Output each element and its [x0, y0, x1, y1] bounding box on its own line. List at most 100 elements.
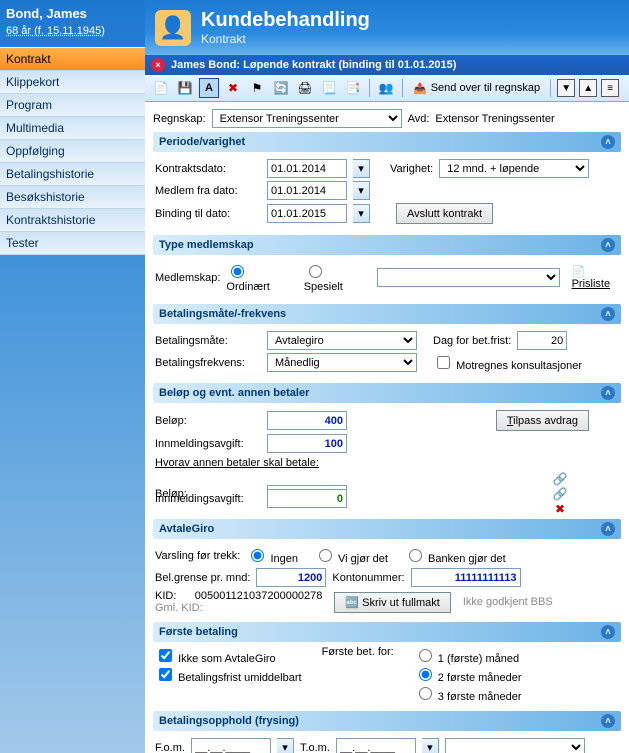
link-yellow-icon[interactable]: 🔗	[551, 487, 569, 501]
tilpass-avdrag-button[interactable]: TTilpass avdragilpass avdrag	[496, 410, 589, 431]
app-header: 👤 Kundebehandling Kontrakt	[145, 0, 629, 55]
nav-multimedia[interactable]: Multimedia	[0, 117, 145, 140]
forste-opt3-radio[interactable]: 3 første måneder	[414, 684, 522, 703]
nav-besokshistorie[interactable]: Besøkshistorie	[0, 186, 145, 209]
frekvens-label: Betalingsfrekvens:	[155, 357, 261, 369]
skriv-ut-fullmakt-button[interactable]: 🔤 Skriv ut fullmakt	[334, 592, 450, 613]
list-icon[interactable]: ≡	[601, 79, 619, 97]
kontraktsdato-dropdown-icon[interactable]: ▾	[353, 159, 370, 178]
close-icon[interactable]: ×	[151, 58, 165, 72]
nav-program[interactable]: Program	[0, 94, 145, 117]
send-to-accounting[interactable]: 📤 Send over til regnskap	[409, 80, 544, 97]
fom-input[interactable]	[191, 738, 271, 753]
forste-opt1-radio[interactable]: 1 (første) måned	[414, 646, 522, 665]
medlemskap-select[interactable]	[377, 268, 559, 287]
varsling-label: Varsling før trekk:	[155, 550, 240, 562]
nav-kontrakt[interactable]: Kontrakt	[0, 48, 145, 71]
section-opphold-header[interactable]: Betalingsopphold (frysing) ˄	[153, 711, 621, 731]
regnskap-select[interactable]: Extensor Treningssenter	[212, 109, 402, 128]
delete-icon[interactable]: ✖	[223, 78, 243, 98]
kid-label: KID:	[155, 590, 176, 602]
medlem-fra-dropdown-icon[interactable]: ▾	[353, 181, 370, 200]
regnskap-label: Regnskap:	[153, 113, 206, 125]
copy-icon[interactable]: 📑	[343, 78, 363, 98]
dag-label: Dag for bet.frist:	[433, 335, 511, 347]
patient-name: Bond, James	[6, 6, 139, 21]
varsling-ingen-radio[interactable]: Ingen	[246, 546, 298, 565]
remove-link-icon[interactable]: ✖	[551, 502, 569, 516]
belop-label: Beløp:	[155, 415, 261, 427]
belgrense-input[interactable]	[256, 568, 326, 587]
style-icon[interactable]: A	[199, 78, 219, 98]
section-periode-header[interactable]: Periode/varighet ˄	[153, 132, 621, 152]
fom-dropdown-icon[interactable]: ▾	[277, 738, 294, 753]
save-icon[interactable]: 💾	[175, 78, 195, 98]
frekvens-select[interactable]: Månedlig	[267, 353, 417, 372]
kontraktsdato-input[interactable]	[267, 159, 347, 178]
tom-dropdown-icon[interactable]: ▾	[422, 738, 439, 753]
flag-icon[interactable]: ⚑	[247, 78, 267, 98]
binding-dropdown-icon[interactable]: ▾	[353, 204, 370, 223]
avslutt-kontrakt-button[interactable]: Avslutt kontrakt	[396, 203, 493, 224]
ab-innm-input[interactable]	[267, 489, 347, 508]
innm-input[interactable]	[267, 434, 347, 453]
arrow-down-icon[interactable]: ▼	[557, 79, 575, 97]
opphold-list[interactable]	[445, 738, 585, 753]
varighet-select[interactable]: 12 mnd. + løpende	[439, 159, 589, 178]
send-icon: 📤	[413, 82, 427, 95]
arrow-up-icon[interactable]: ▲	[579, 79, 597, 97]
ab-innm-label: Innmeldingsavgift:	[155, 493, 261, 505]
section-type-header[interactable]: Type medlemskap ˄	[153, 235, 621, 255]
fom-label: F.o.m.	[155, 742, 185, 753]
section-forste-header[interactable]: Første betaling ˄	[153, 622, 621, 642]
patient-age: 68 år (f. 15.11.1945)	[6, 25, 139, 37]
window-titlebar: × James Bond: Løpende kontrakt (binding …	[145, 55, 629, 75]
users-icon[interactable]: 👥	[376, 78, 396, 98]
refresh-icon[interactable]: 🔄	[271, 78, 291, 98]
section-forste-title: Første betaling	[159, 626, 238, 638]
nav-kontraktshistorie[interactable]: Kontraktshistorie	[0, 209, 145, 232]
kontonr-label: Kontonummer:	[332, 572, 404, 584]
send-to-accounting-label: Send over til regnskap	[431, 82, 540, 94]
print-icon[interactable]: 🖨	[295, 78, 315, 98]
forste-bet-for-label: Første bet. for:	[322, 646, 394, 658]
betmate-label: Betalingsmåte:	[155, 335, 261, 347]
chevron-up-icon: ˄	[601, 714, 615, 728]
section-belop-header[interactable]: Beløp og evnt. annen betaler ˄	[153, 383, 621, 403]
ikke-som-checkbox[interactable]: Ikke som AvtaleGiro	[155, 646, 302, 665]
medlem-fra-input[interactable]	[267, 181, 347, 200]
toolbar: 📄 💾 A ✖ ⚑ 🔄 🖨 📃 📑 👥 📤 Send over til regn…	[145, 75, 629, 102]
link-blue-icon[interactable]: 🔗	[551, 472, 569, 486]
spesielt-radio[interactable]: Spesielt	[304, 262, 361, 293]
section-avtalegiro-header[interactable]: AvtaleGiro ˄	[153, 519, 621, 539]
dag-input[interactable]	[517, 331, 567, 350]
section-avtalegiro-title: AvtaleGiro	[159, 523, 214, 535]
section-belop-title: Beløp og evnt. annen betaler	[159, 387, 309, 399]
doc-icon[interactable]: 📃	[319, 78, 339, 98]
nav-tester[interactable]: Tester	[0, 232, 145, 255]
chevron-up-icon: ˄	[601, 307, 615, 321]
chevron-up-icon: ˄	[601, 386, 615, 400]
kid-value: 005001121037200000278	[195, 590, 323, 602]
avd-value: Extensor Treningssenter	[435, 113, 554, 125]
nav-betalingshistorie[interactable]: Betalingshistorie	[0, 163, 145, 186]
nav-klippekort[interactable]: Klippekort	[0, 71, 145, 94]
motregnes-checkbox[interactable]: Motregnes konsultasjoner	[433, 353, 582, 372]
binding-input[interactable]	[267, 204, 347, 223]
betmate-select[interactable]: Avtalegiro	[267, 331, 417, 350]
medlemskap-label: Medlemskap:	[155, 272, 220, 284]
kontonr-input[interactable]	[411, 568, 521, 587]
betfrist-checkbox[interactable]: Betalingsfrist umiddelbart	[155, 665, 302, 684]
varsling-bank-radio[interactable]: Banken gjør det	[404, 546, 506, 565]
belop-input[interactable]	[267, 411, 347, 430]
varsling-vi-radio[interactable]: Vi gjør det	[314, 546, 388, 565]
sidebar: Bond, James 68 år (f. 15.11.1945) Kontra…	[0, 0, 145, 753]
nav-oppfolging[interactable]: Oppfølging	[0, 140, 145, 163]
avd-label: Avd:	[408, 113, 430, 125]
ordinaert-radio[interactable]: Ordinært	[226, 262, 287, 293]
section-betmate-header[interactable]: Betalingsmåte/-frekvens ˄	[153, 304, 621, 324]
prisliste-link[interactable]: 📄Prisliste	[572, 265, 619, 290]
new-icon[interactable]: 📄	[151, 78, 171, 98]
forste-opt2-radio[interactable]: 2 første måneder	[414, 665, 522, 684]
tom-input[interactable]	[336, 738, 416, 753]
